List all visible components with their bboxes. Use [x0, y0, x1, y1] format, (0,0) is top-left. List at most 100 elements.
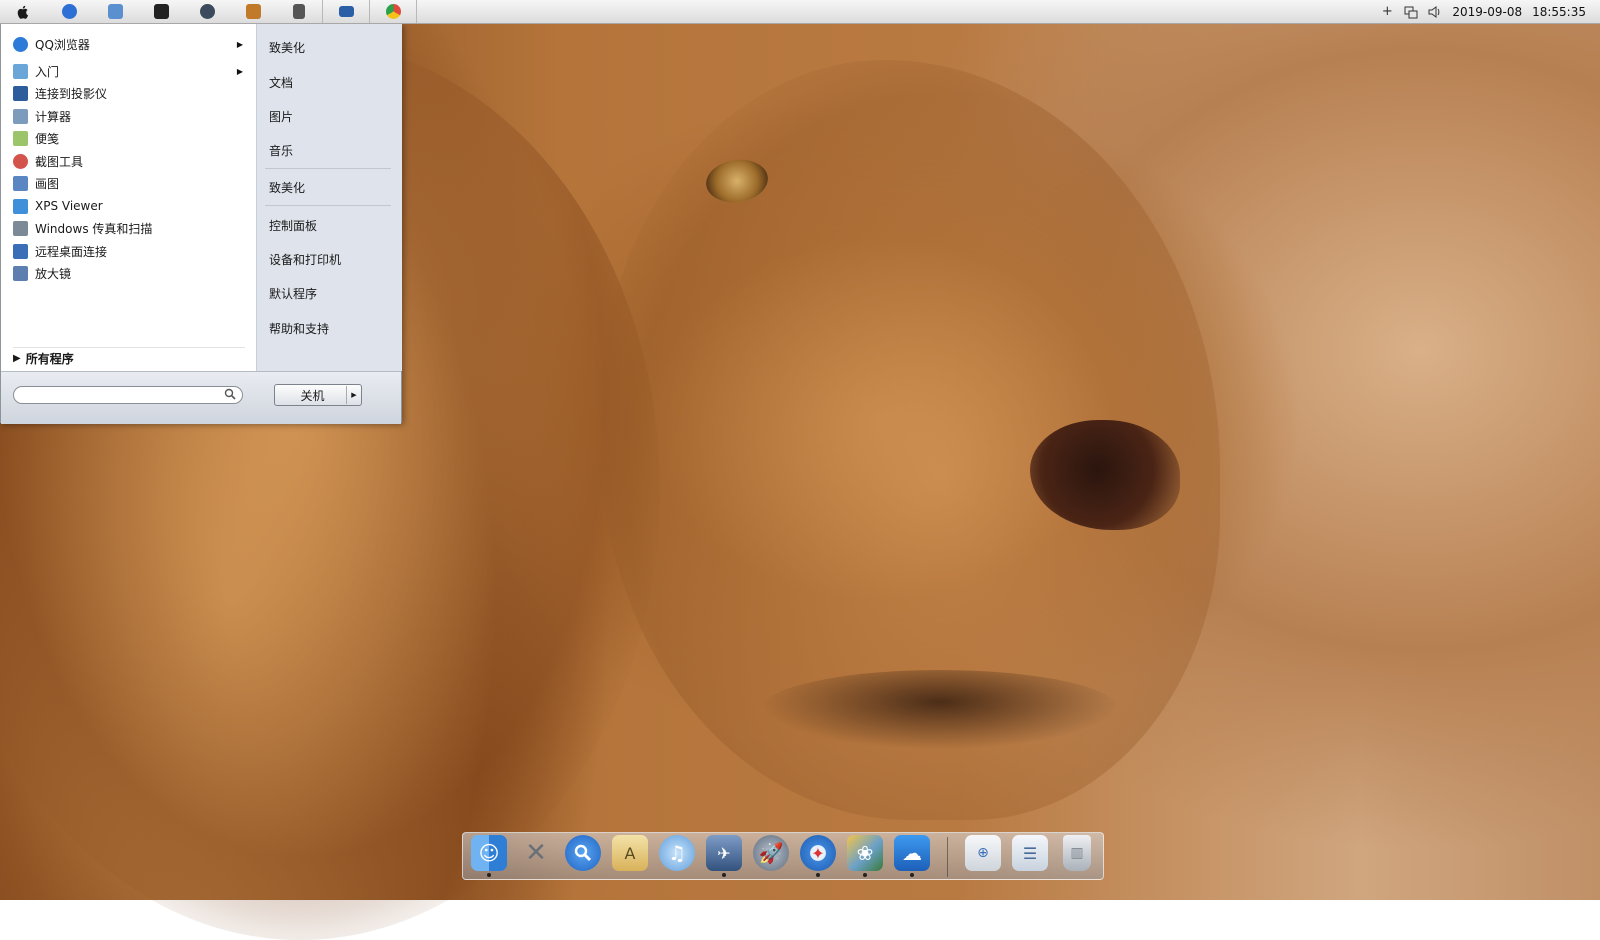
itunes-icon: ♫ [659, 835, 695, 871]
dock-item-launchpad[interactable]: 🚀 [751, 835, 791, 879]
program-item-sticky-notes[interactable]: 便笺 [13, 128, 243, 148]
launchpad-icon: 🚀 [753, 835, 789, 871]
program-label: Windows 传真和扫描 [35, 221, 153, 236]
program-item-snipping-tool[interactable]: 截图工具 [13, 151, 243, 171]
program-item-fax-scan[interactable]: Windows 传真和扫描 [13, 218, 243, 238]
running-indicator [816, 873, 820, 877]
program-item-projector[interactable]: 连接到投影仪 [13, 83, 243, 103]
menubar-app-monitor[interactable] [323, 0, 370, 23]
program-item-getting-started[interactable]: 入门 ▶ [13, 61, 243, 81]
program-label: 连接到投影仪 [35, 86, 108, 101]
start-menu-places-pane: 致美化 文档 图片 音乐 致美化 控制面板 设备和打印机 默认程序 帮助和支持 [256, 23, 402, 371]
program-item-calculator[interactable]: 计算器 [13, 106, 243, 126]
shutdown-label: 关机 [300, 388, 325, 403]
submenu-arrow-icon: ▶ [236, 66, 243, 76]
apple-logo-icon [17, 5, 29, 19]
utilities-icon [293, 4, 305, 19]
add-icon[interactable]: + [1380, 4, 1394, 19]
clock-time[interactable]: 18:55:35 [1532, 5, 1586, 19]
remote-desktop-icon [13, 243, 28, 259]
dock-item-iphoto[interactable]: ❀ [845, 835, 885, 879]
places-divider [265, 205, 391, 206]
dock-item-network-folder[interactable]: ⊕ [963, 835, 1003, 879]
running-indicator [863, 873, 867, 877]
place-link-documents[interactable]: 文档 [269, 74, 293, 91]
spotlight-search-icon [565, 835, 601, 871]
volume-icon[interactable] [1428, 5, 1442, 19]
dock-item-spotlight[interactable] [563, 835, 603, 879]
program-label: 便笺 [35, 131, 60, 146]
program-item-qq-browser[interactable]: QQ浏览器 ▶ [13, 34, 243, 54]
place-link-default-programs[interactable]: 默认程序 [269, 285, 317, 302]
qq-browser-icon [61, 4, 77, 19]
projector-icon [13, 85, 28, 101]
start-menu-programs-pane: QQ浏览器 ▶ 入门 ▶ 连接到投影仪 计算器 便笺 截图工具 画图 XPS V… [1, 23, 256, 371]
network-folder-icon: ⊕ [965, 835, 1001, 871]
dock-item-utilities[interactable]: ✕ [516, 835, 556, 879]
program-label: 截图工具 [35, 154, 84, 169]
running-indicator [487, 873, 491, 877]
dock-item-finder[interactable]: ☺ [469, 835, 509, 879]
apple-menu-button[interactable] [0, 0, 46, 23]
place-link-zhimeihua[interactable]: 致美化 [269, 39, 305, 56]
search-icon[interactable] [224, 388, 236, 403]
photo-app-icon [245, 4, 261, 19]
dock-item-itunes[interactable]: ♫ [657, 835, 697, 879]
dock-item-preview[interactable]: ✈ [704, 835, 744, 879]
fax-scan-icon [13, 220, 28, 236]
program-item-xps-viewer[interactable]: XPS Viewer [13, 196, 243, 216]
chrome-icon [385, 4, 401, 19]
place-link-music[interactable]: 音乐 [269, 142, 293, 159]
preview-icon: ✈ [706, 835, 742, 871]
trash-icon: ▥ [1063, 835, 1091, 871]
utilities-tools-icon: ✕ [525, 838, 547, 868]
all-programs-button[interactable]: ▶ 所有程序 [13, 347, 245, 367]
place-link-control-panel[interactable]: 控制面板 [269, 217, 317, 234]
program-item-paint[interactable]: 画图 [13, 173, 243, 193]
sticky-notes-icon [13, 130, 28, 146]
place-link-zhimeihua-2[interactable]: 致美化 [269, 179, 305, 196]
place-link-pictures[interactable]: 图片 [269, 108, 293, 125]
start-search-box[interactable] [13, 386, 243, 404]
status-area: + 2019-09-08 18:55:35 [1380, 4, 1600, 19]
places-divider [265, 168, 391, 169]
menubar-app-photo[interactable] [230, 0, 276, 23]
dock-item-weather[interactable]: ☁ [892, 835, 932, 879]
program-label: 入门 [35, 64, 60, 79]
place-link-help-support[interactable]: 帮助和支持 [269, 320, 329, 337]
menubar-app-itunes[interactable] [92, 0, 138, 23]
program-label: QQ浏览器 [35, 37, 90, 52]
dock-item-trash[interactable]: ▥ [1057, 835, 1097, 879]
clock-date[interactable]: 2019-09-08 [1452, 5, 1522, 19]
monitor-icon [338, 6, 354, 17]
wallpaper-lion-mouth [760, 670, 1120, 750]
start-menu: QQ浏览器 ▶ 入门 ▶ 连接到投影仪 计算器 便笺 截图工具 画图 XPS V… [0, 23, 402, 424]
program-item-remote-desktop[interactable]: 远程桌面连接 [13, 241, 243, 261]
menubar-app-qq-browser[interactable] [46, 0, 92, 23]
dock-item-safari[interactable]: ✦ [798, 835, 838, 879]
paint-icon [13, 175, 28, 191]
menubar-app-terminal[interactable] [138, 0, 184, 23]
weather-icon: ☁ [894, 835, 930, 871]
terminal-icon [153, 4, 169, 19]
dashboard-icon [199, 4, 215, 19]
program-label: XPS Viewer [35, 199, 103, 213]
running-indicator [722, 873, 726, 877]
dock-item-textedit[interactable]: A [610, 835, 650, 879]
xps-viewer-icon [13, 198, 28, 214]
menubar-app-chrome[interactable] [370, 0, 417, 23]
network-icon[interactable] [1404, 5, 1418, 19]
shutdown-button[interactable]: 关机 ▶ [274, 384, 362, 406]
dock-item-documents-stack[interactable]: ☰ [1010, 835, 1050, 879]
top-menu-bar: + 2019-09-08 18:55:35 [0, 0, 1600, 24]
program-label: 放大镜 [35, 266, 72, 281]
qq-browser-icon [13, 36, 28, 52]
program-item-magnifier[interactable]: 放大镜 [13, 263, 243, 283]
shutdown-options-arrow-icon[interactable]: ▶ [346, 386, 361, 404]
menubar-app-dashboard[interactable] [184, 0, 230, 23]
menubar-app-utilities[interactable] [276, 0, 323, 23]
submenu-arrow-icon: ▶ [236, 39, 243, 49]
place-link-devices-printers[interactable]: 设备和打印机 [269, 251, 341, 268]
getting-started-icon [13, 63, 28, 79]
magnifier-icon [13, 265, 28, 281]
